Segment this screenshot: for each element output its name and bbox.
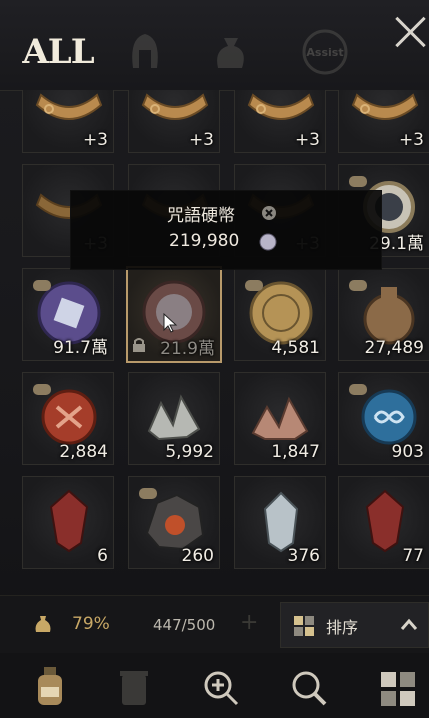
item-quantity: +3: [398, 130, 424, 150]
tooltip-price: 219,980: [169, 231, 240, 251]
item-quantity: 27,489: [364, 338, 424, 358]
inventory-slot[interactable]: +3: [338, 90, 429, 153]
pouch-icon: [217, 38, 244, 68]
item-quantity: 903: [391, 442, 424, 462]
slot-capacity: 447/500: [153, 616, 216, 634]
cursor-icon: [163, 312, 178, 333]
trash-icon[interactable]: [118, 667, 150, 707]
inventory-slot[interactable]: 376: [234, 476, 326, 569]
inventory-slot[interactable]: 27,489: [338, 268, 429, 361]
inventory-slot[interactable]: 4,581: [234, 268, 326, 361]
inventory-slot[interactable]: +3: [22, 90, 114, 153]
grid-icon[interactable]: [380, 671, 416, 707]
bound-icon: [349, 280, 367, 291]
tab-assist[interactable]: Assist: [296, 22, 354, 82]
sort-label: 排序: [326, 618, 359, 637]
bound-icon: [33, 384, 51, 395]
item-quantity: +3: [188, 130, 214, 150]
item-quantity: +3: [82, 130, 108, 150]
item-quantity: 5,992: [165, 442, 214, 462]
item-quantity: 91.7萬: [53, 338, 108, 358]
weight-percent: 79%: [72, 614, 110, 634]
item-quantity: +3: [294, 130, 320, 150]
inventory-slot[interactable]: +3: [128, 90, 220, 153]
item-quantity: 6: [97, 546, 108, 566]
item-quantity: 1,847: [271, 442, 320, 462]
item-quantity: 77: [402, 546, 424, 566]
tab-equipment[interactable]: [120, 22, 170, 82]
inventory-slot[interactable]: 91.7萬: [22, 268, 114, 361]
inventory-slot[interactable]: +3: [234, 90, 326, 153]
tab-materials[interactable]: [205, 22, 255, 82]
inventory-toolbar: [0, 653, 429, 718]
inventory-status-bar: 79% 447/500 + 排序: [0, 595, 429, 654]
item-quantity: 376: [287, 546, 320, 566]
silver-coin-icon: [259, 233, 277, 251]
item-quantity: 2,884: [59, 442, 108, 462]
tab-all[interactable]: ALL: [22, 22, 94, 82]
potion-icon[interactable]: [32, 665, 68, 709]
zoom-in-icon[interactable]: [202, 669, 240, 707]
item-quantity: 4,581: [271, 338, 320, 358]
tradeable-icon: [262, 206, 276, 220]
item-quantity: 21.9萬: [160, 339, 215, 359]
lock-icon: [133, 338, 145, 352]
search-icon[interactable]: [290, 669, 328, 707]
tooltip-item-name: 咒語硬幣: [167, 206, 235, 226]
inventory-slot[interactable]: 2,884: [22, 372, 114, 465]
inventory-slot[interactable]: 260: [128, 476, 220, 569]
expand-slots-button[interactable]: +: [240, 610, 258, 635]
inventory-slot[interactable]: 6: [22, 476, 114, 569]
inventory-grid: +3 +3 +3 +3 +3 +3 29.1萬: [0, 90, 429, 595]
item-quantity: 260: [181, 546, 214, 566]
sort-grid-icon: [294, 616, 314, 636]
assist-label: Assist: [306, 45, 344, 59]
bound-icon: [139, 488, 157, 499]
inventory-slot[interactable]: 903: [338, 372, 429, 465]
sort-dropdown[interactable]: 排序: [280, 602, 429, 648]
inventory-panel: ALL Assist +3 +3 +3 +3 29.1萬 91.7萬 21.9萬…: [0, 0, 429, 718]
inventory-slot-selected[interactable]: 21.9萬: [126, 266, 222, 363]
close-icon[interactable]: [393, 14, 427, 48]
bound-icon: [349, 384, 367, 395]
inventory-slot[interactable]: 1,847: [234, 372, 326, 465]
weight-icon: [35, 616, 51, 632]
item-tooltip: 咒語硬幣 219,980: [70, 190, 382, 270]
bound-icon: [245, 280, 263, 291]
category-tabs: ALL Assist: [0, 0, 429, 91]
chevron-up-icon: [400, 618, 418, 630]
inventory-slot[interactable]: 5,992: [128, 372, 220, 465]
helmet-icon: [132, 34, 158, 68]
bound-icon: [33, 280, 51, 291]
inventory-slot[interactable]: 77: [338, 476, 429, 569]
bound-icon: [349, 176, 367, 187]
